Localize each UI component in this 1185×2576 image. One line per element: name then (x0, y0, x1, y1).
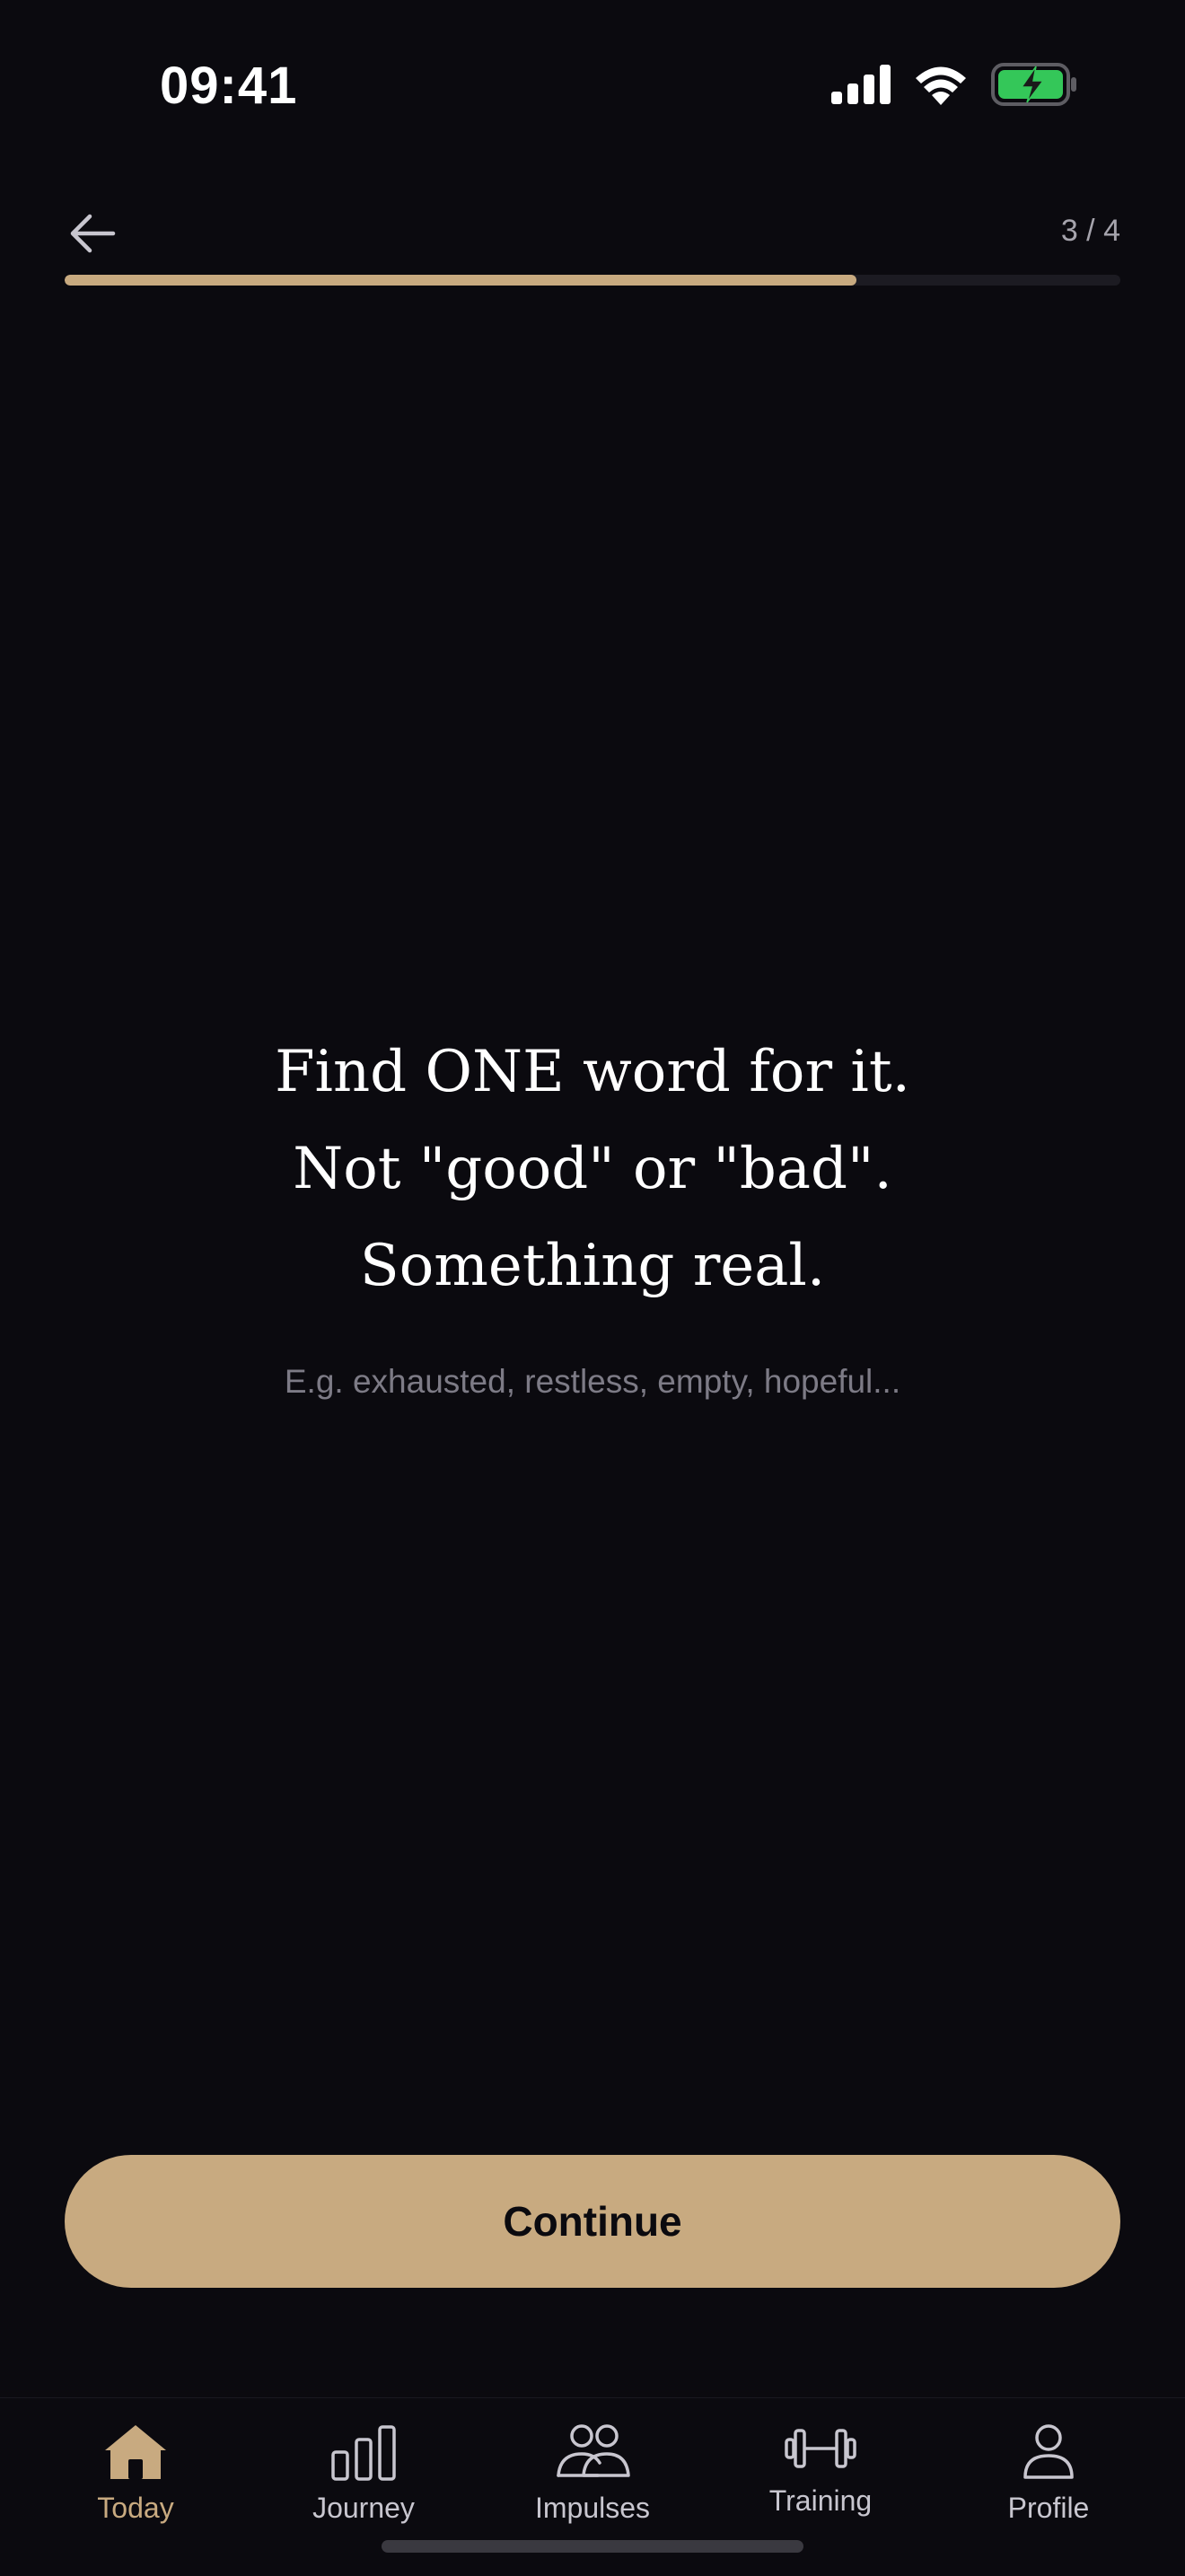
continue-button[interactable]: Continue (65, 2155, 1120, 2288)
prompt-line: Not "good" or "bad". (293, 1136, 892, 1202)
tab-label: Training (768, 2484, 873, 2517)
tab-journey[interactable]: Journey (274, 2422, 453, 2538)
status-icons (831, 63, 1077, 110)
battery-charging-icon (991, 63, 1077, 110)
status-bar: 09:41 (0, 0, 1185, 171)
prompt-line: Something real. (359, 1233, 826, 1299)
tab-label: Today (97, 2492, 174, 2524)
home-indicator (382, 2540, 803, 2553)
tab-impulses[interactable]: Impulses (503, 2422, 682, 2538)
step-counter: 3 / 4 (1060, 214, 1120, 248)
prompt-text: Find ONE word for it. Not "good" or "bad… (0, 1024, 1185, 1314)
tab-label: Profile (1007, 2492, 1090, 2524)
status-time: 09:41 (160, 57, 298, 115)
tab-label: Impulses (534, 2492, 651, 2524)
wifi-icon (914, 64, 968, 110)
bar-chart-icon (331, 2425, 396, 2481)
dumbbell-icon (785, 2429, 856, 2468)
hint-text: E.g. exhausted, restless, empty, hopeful… (284, 1363, 901, 1400)
progress-bar (65, 275, 1120, 286)
top-nav: 3 / 4 (65, 198, 1120, 287)
progress-bar-fill (65, 275, 856, 286)
cellular-signal-icon (831, 65, 891, 109)
people-icon (557, 2424, 630, 2477)
person-icon (1023, 2424, 1074, 2479)
tab-label: Journey (312, 2492, 415, 2524)
prompt-line: Find ONE word for it. (275, 1039, 910, 1105)
tab-today[interactable]: Today (46, 2422, 225, 2538)
tab-profile[interactable]: Profile (959, 2422, 1138, 2538)
home-icon (105, 2425, 166, 2479)
arrow-left-icon (70, 214, 116, 253)
back-button[interactable] (65, 205, 122, 262)
tab-training[interactable]: Training (731, 2422, 910, 2538)
tab-bar: Today Journey Impulses Training Profile (0, 2397, 1185, 2576)
